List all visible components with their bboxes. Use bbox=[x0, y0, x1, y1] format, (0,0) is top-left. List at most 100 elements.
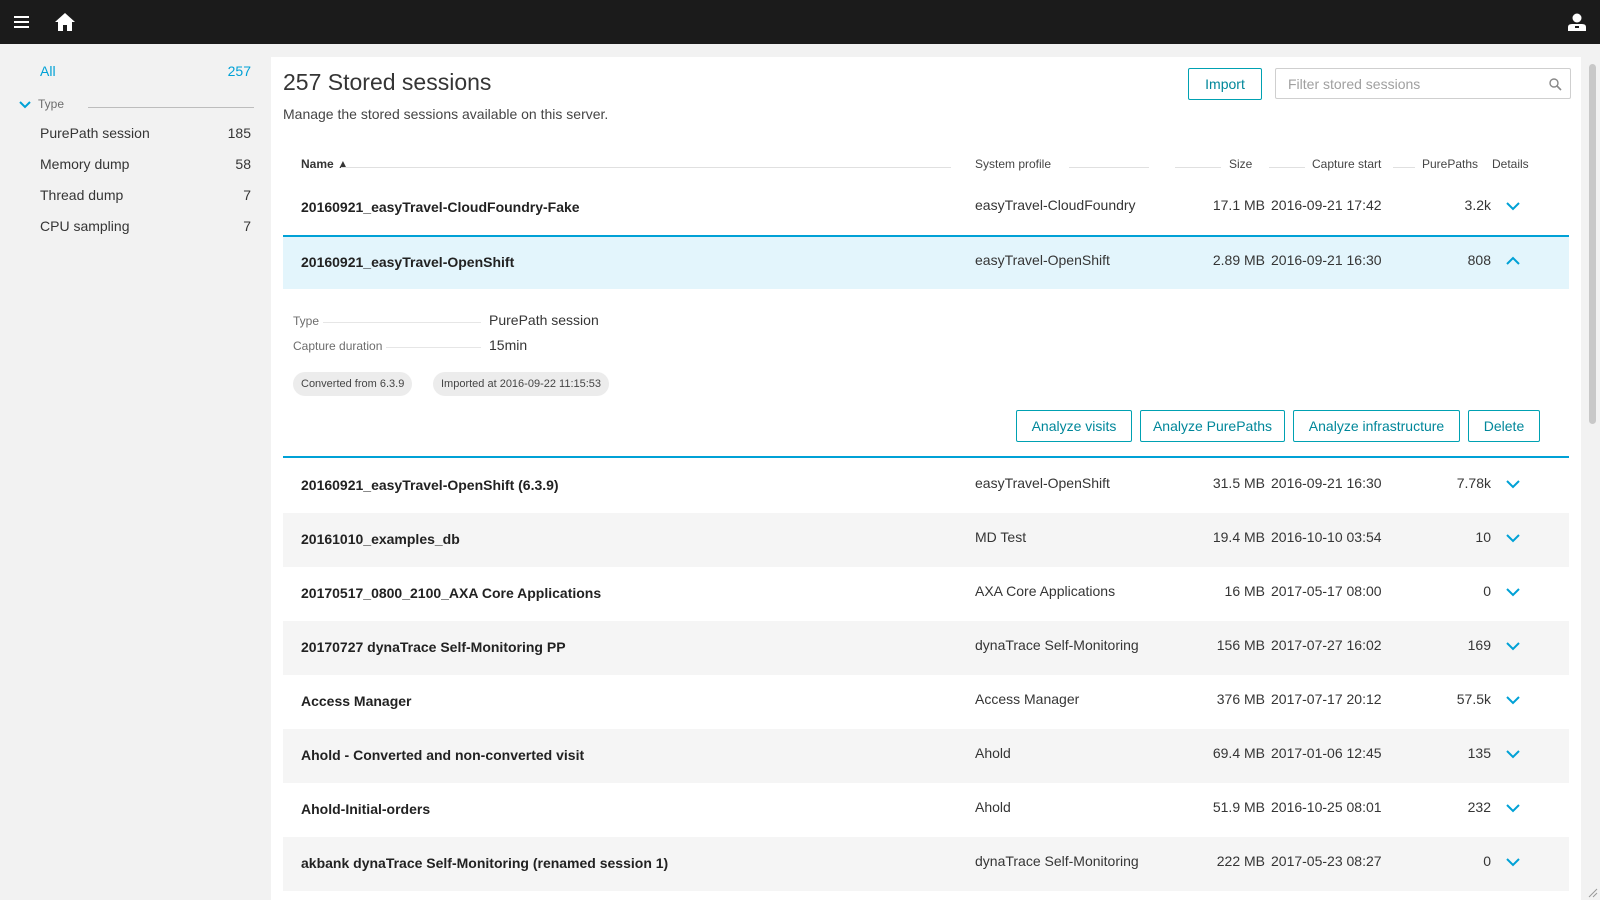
sidebar-item-label: Memory dump bbox=[40, 156, 130, 172]
chevron-down-icon[interactable] bbox=[1504, 529, 1522, 547]
session-size: 51.9 MB bbox=[1212, 799, 1265, 815]
resize-handle-icon[interactable] bbox=[1586, 886, 1598, 898]
analyze-visits-button[interactable]: Analyze visits bbox=[1016, 410, 1132, 442]
chevron-down-icon[interactable] bbox=[1504, 475, 1522, 493]
table-row-selected[interactable]: 20160921_easyTravel-OpenShift easyTravel… bbox=[283, 235, 1569, 289]
sidebar-item-memory-dump[interactable]: Memory dump 58 bbox=[40, 152, 251, 176]
column-header-label: System profile bbox=[975, 157, 1052, 171]
purepaths-count: 10 bbox=[1475, 529, 1491, 545]
sidebar-item-count: 7 bbox=[243, 187, 251, 203]
capture-start: 2017-01-06 12:45 bbox=[1271, 745, 1382, 761]
column-header-label: PurePaths bbox=[1422, 157, 1479, 171]
column-header-details: Details bbox=[1492, 157, 1529, 171]
capture-start: 2016-09-21 17:42 bbox=[1271, 197, 1382, 213]
session-name[interactable]: akbank dynaTrace Self-Monitoring (rename… bbox=[301, 855, 668, 871]
capture-start: 2017-05-17 08:00 bbox=[1271, 583, 1382, 599]
session-name[interactable]: 20160921_easyTravel-OpenShift bbox=[301, 254, 514, 270]
chevron-down-icon[interactable] bbox=[1504, 853, 1522, 871]
table-row[interactable]: 20170517_0800_2100_AXA Core Applications… bbox=[283, 567, 1569, 621]
filter-box bbox=[1275, 68, 1571, 99]
analyze-infrastructure-button[interactable]: Analyze infrastructure bbox=[1293, 410, 1460, 442]
hamburger-icon[interactable] bbox=[9, 10, 33, 34]
purepaths-count: 0 bbox=[1483, 583, 1491, 599]
table-row[interactable]: Ahold - Converted and non-converted visi… bbox=[283, 729, 1569, 783]
table-header: Name ▲ System profile Size Capture start… bbox=[283, 151, 1569, 181]
chevron-down-icon[interactable] bbox=[1504, 583, 1522, 601]
column-header-purepaths[interactable]: PurePaths bbox=[1422, 157, 1478, 171]
session-name[interactable]: 20161010_examples_db bbox=[301, 531, 460, 547]
table-row[interactable]: 20160921_easyTravel-OpenShift (6.3.9) ea… bbox=[283, 459, 1569, 513]
table-row[interactable]: 20160921_easyTravel-CloudFoundry-Fake ea… bbox=[283, 181, 1569, 235]
session-size: 31.5 MB bbox=[1212, 475, 1265, 491]
tag-converted: Converted from 6.3.9 bbox=[293, 372, 413, 396]
sidebar-item-count: 257 bbox=[227, 63, 251, 79]
sidebar-item-label: PurePath session bbox=[40, 125, 150, 141]
capture-start: 2017-07-17 20:12 bbox=[1271, 691, 1382, 707]
search-icon[interactable] bbox=[1548, 77, 1562, 91]
session-name[interactable]: Ahold - Converted and non-converted visi… bbox=[301, 747, 584, 763]
table-row[interactable]: akbank dynaTrace Self-Monitoring (rename… bbox=[283, 837, 1569, 891]
sidebar-item-label: All bbox=[40, 63, 56, 79]
system-profile: Ahold bbox=[975, 745, 1011, 761]
analyze-purepaths-button[interactable]: Analyze PurePaths bbox=[1140, 410, 1285, 442]
column-header-capture[interactable]: Capture start bbox=[1312, 157, 1381, 171]
session-name[interactable]: 20160921_easyTravel-OpenShift (6.3.9) bbox=[301, 477, 559, 493]
session-size: 156 MB bbox=[1216, 637, 1265, 653]
delete-button[interactable]: Delete bbox=[1468, 410, 1540, 442]
capture-start: 2016-09-21 16:30 bbox=[1271, 252, 1382, 268]
column-header-size[interactable]: Size bbox=[1229, 157, 1252, 171]
chevron-down-icon bbox=[19, 101, 31, 109]
sidebar-item-thread-dump[interactable]: Thread dump 7 bbox=[40, 183, 251, 207]
column-header-label: Name ▲ bbox=[301, 157, 349, 171]
purepaths-count: 57.5k bbox=[1456, 691, 1491, 707]
table-row[interactable]: Access Manager Access Manager 376 MB 201… bbox=[283, 675, 1569, 729]
system-profile: Access Manager bbox=[975, 691, 1080, 707]
table-row[interactable]: Ahold-Initial-orders Ahold 51.9 MB 2016-… bbox=[283, 783, 1569, 837]
divider bbox=[88, 107, 254, 108]
detail-value-duration: 15min bbox=[489, 337, 528, 353]
sidebar-item-all[interactable]: All 257 bbox=[40, 59, 251, 83]
sidebar-item-cpu-sampling[interactable]: CPU sampling 7 bbox=[40, 214, 251, 238]
capture-start: 2017-05-23 08:27 bbox=[1271, 853, 1382, 869]
purepaths-count: 7.78k bbox=[1456, 475, 1491, 491]
sidebar-item-count: 185 bbox=[227, 125, 251, 141]
system-profile: dynaTrace Self-Monitoring bbox=[975, 853, 1139, 869]
session-name[interactable]: 20170517_0800_2100_AXA Core Applications bbox=[301, 585, 601, 601]
import-button[interactable]: Import bbox=[1188, 68, 1262, 100]
system-profile: easyTravel-CloudFoundry bbox=[975, 197, 1136, 213]
home-icon[interactable] bbox=[53, 10, 77, 34]
column-header-name[interactable]: Name ▲ bbox=[301, 157, 349, 171]
sidebar-group-label: Type bbox=[38, 97, 65, 111]
chevron-down-icon[interactable] bbox=[1504, 637, 1522, 655]
chevron-down-icon[interactable] bbox=[1504, 197, 1522, 215]
sidebar-item-label: Thread dump bbox=[40, 187, 124, 203]
user-icon[interactable] bbox=[1565, 10, 1589, 34]
column-header-label: Size bbox=[1229, 157, 1253, 171]
sidebar-group-type[interactable]: Type bbox=[18, 96, 254, 116]
session-detail-panel: Type PurePath session Capture duration 1… bbox=[283, 290, 1569, 458]
purepaths-count: 808 bbox=[1467, 252, 1491, 268]
session-name[interactable]: Access Manager bbox=[301, 693, 412, 709]
chevron-down-icon[interactable] bbox=[1504, 799, 1522, 817]
session-size: 2.89 MB bbox=[1212, 252, 1265, 268]
table-row[interactable]: 20161010_examples_db MD Test 19.4 MB 201… bbox=[283, 513, 1569, 567]
session-size: 17.1 MB bbox=[1212, 197, 1265, 213]
detail-label-duration: Capture duration bbox=[293, 339, 481, 353]
capture-start: 2016-10-25 08:01 bbox=[1271, 799, 1382, 815]
sidebar-item-count: 7 bbox=[243, 218, 251, 234]
column-header-profile[interactable]: System profile bbox=[975, 157, 1051, 171]
session-name[interactable]: Ahold-Initial-orders bbox=[301, 801, 430, 817]
session-size: 16 MB bbox=[1224, 583, 1265, 599]
session-name[interactable]: 20160921_easyTravel-CloudFoundry-Fake bbox=[301, 199, 580, 215]
column-header-label: Capture start bbox=[1312, 157, 1382, 171]
filter-input[interactable] bbox=[1288, 75, 1538, 93]
session-name[interactable]: 20170727 dynaTrace Self-Monitoring PP bbox=[301, 639, 566, 655]
chevron-down-icon[interactable] bbox=[1504, 745, 1522, 763]
system-profile: dynaTrace Self-Monitoring bbox=[975, 637, 1139, 653]
scrollbar-thumb[interactable] bbox=[1589, 64, 1596, 424]
chevron-up-icon[interactable] bbox=[1504, 252, 1522, 270]
table-row[interactable]: 20170727 dynaTrace Self-Monitoring PP dy… bbox=[283, 621, 1569, 675]
sidebar-item-count: 58 bbox=[235, 156, 251, 172]
sidebar-item-purepath-session[interactable]: PurePath session 185 bbox=[40, 121, 251, 145]
chevron-down-icon[interactable] bbox=[1504, 691, 1522, 709]
